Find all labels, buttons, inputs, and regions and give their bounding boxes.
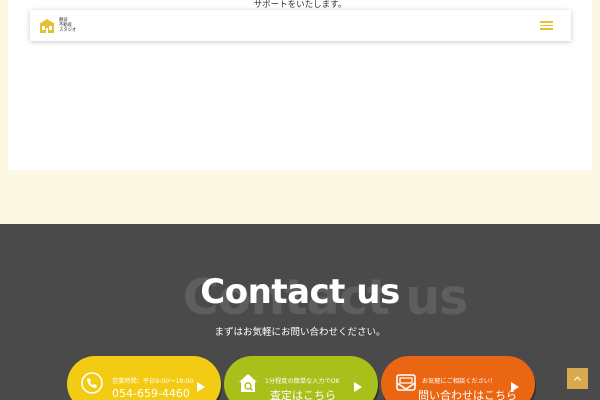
home-search-icon <box>239 374 257 392</box>
phone-cta-button[interactable]: 営業時間：平日9:00～18:00 054-659-4460 <box>67 356 221 400</box>
assessment-note: 1分程度の簡単な入力でOK <box>265 378 340 385</box>
logo-line-3: スタジオ <box>59 28 77 34</box>
top-section: サポートをいたします。 静波 不動産 スタジオ <box>0 0 600 224</box>
assessment-label: 査定はこちら <box>270 389 336 400</box>
phone-number: 054-659-4460 <box>112 387 190 400</box>
assessment-cta-button[interactable]: 1分程度の簡単な入力でOK 査定はこちら <box>224 356 378 400</box>
logo-text: 静波 不動産 スタジオ <box>59 18 76 34</box>
hamburger-menu-icon[interactable] <box>540 21 553 30</box>
page-top-button[interactable] <box>567 368 588 389</box>
arrow-right-icon <box>197 382 205 392</box>
house-icon <box>39 18 55 33</box>
arrow-right-icon <box>354 382 362 392</box>
mail-icon <box>396 374 416 391</box>
arrow-up-icon <box>573 376 582 384</box>
inquiry-cta-button[interactable]: お気軽にご相談ください！ 問い合わせはこちら <box>381 356 535 400</box>
phone-icon <box>81 372 103 394</box>
contact-section: Contact us Contact us まずはお気軽にお問い合わせください。… <box>0 224 600 400</box>
inquiry-label: 問い合わせはこちら <box>418 389 517 400</box>
inquiry-note: お気軽にご相談ください！ <box>422 378 497 385</box>
site-header: 静波 不動産 スタジオ <box>30 10 571 41</box>
site-logo[interactable]: 静波 不動産 スタジオ <box>38 18 76 34</box>
arrow-right-icon <box>511 382 519 392</box>
phone-hours: 営業時間：平日9:00～18:00 <box>112 378 194 385</box>
contact-subtitle: まずはお気軽にお問い合わせください。 <box>214 327 386 338</box>
contact-title: Contact us <box>200 272 400 312</box>
